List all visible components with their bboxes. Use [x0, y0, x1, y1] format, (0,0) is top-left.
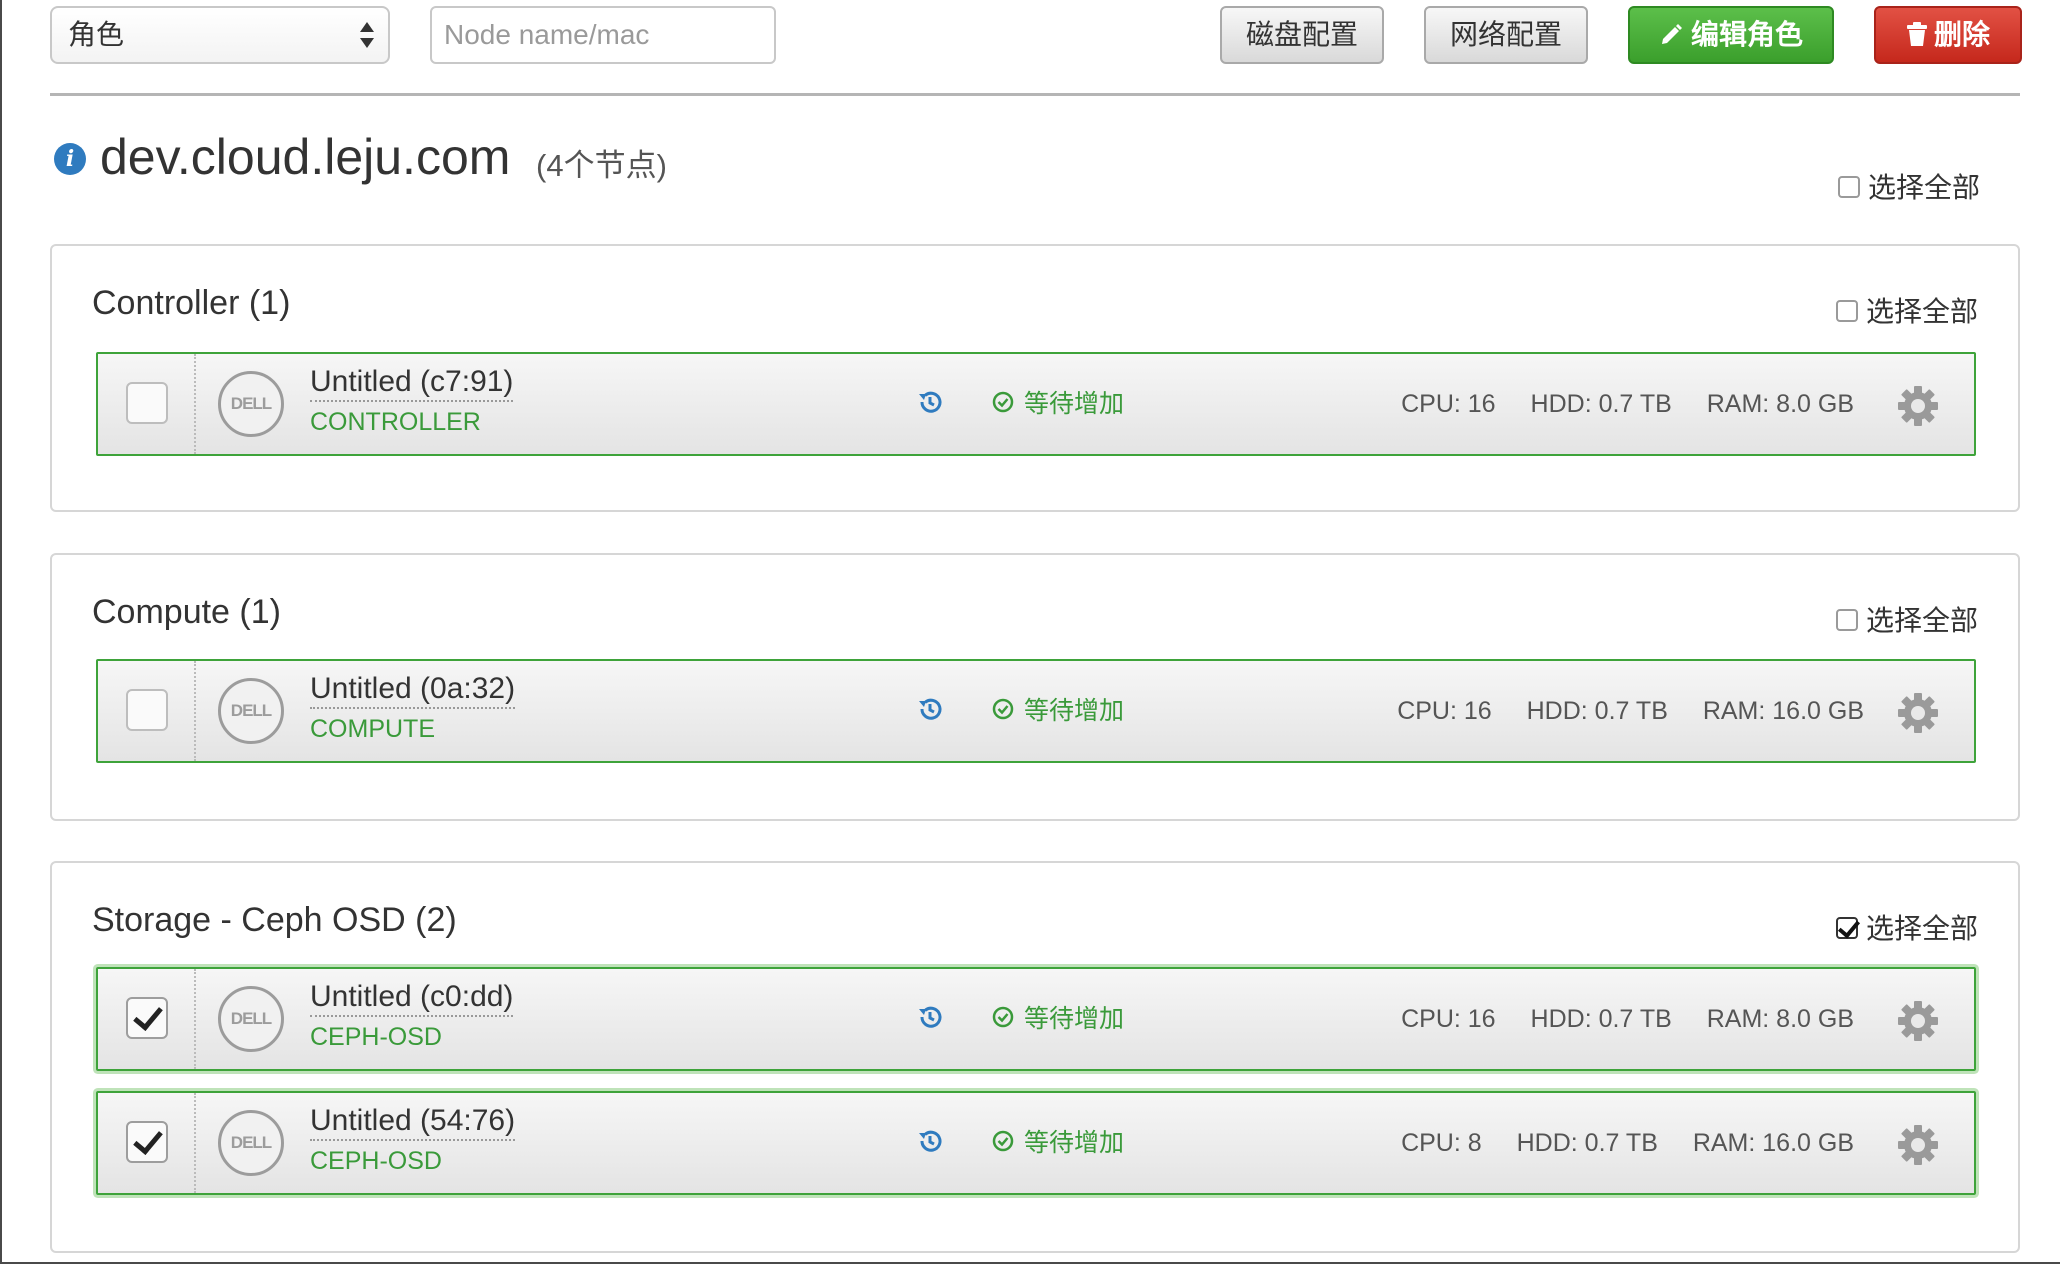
toolbar: 角色 磁盘配置 网络配置 编辑角色 删除: [50, 6, 2022, 66]
group-select-all[interactable]: 选择全部: [1835, 290, 1978, 330]
check-circle-icon: [992, 392, 1014, 413]
node-ram: RAM: 16.0 GB: [1702, 697, 1864, 725]
check-circle-icon: [992, 1131, 1014, 1152]
node-specs: CPU: 16 HDD: 0.7 TB RAM: 16.0 GB: [1369, 697, 1864, 726]
node-status-label: 等待增加: [1024, 390, 1125, 418]
node-row[interactable]: DELL Untitled (c7:91) CONTROLLER 等待增加 CP…: [96, 352, 1976, 456]
node-status-label: 等待增加: [1024, 1005, 1125, 1033]
node-row[interactable]: DELL Untitled (0a:32) COMPUTE 等待增加 CPU: …: [96, 659, 1976, 763]
node-name[interactable]: Untitled (54:76): [310, 1103, 516, 1141]
group-select-all-label: 选择全部: [1865, 913, 1978, 944]
group-select-all-checkbox[interactable]: [1835, 608, 1858, 631]
gear-icon[interactable]: [1896, 691, 1940, 735]
node-status-label: 等待增加: [1024, 697, 1125, 725]
node-separator: [194, 1093, 196, 1193]
group-compute: Compute (1) 选择全部 DELL Untitled (0a:32) C…: [50, 553, 2020, 821]
page: 角色 磁盘配置 网络配置 编辑角色 删除 i dev.cloud.leju.co…: [0, 0, 2060, 1264]
network-config-button[interactable]: 网络配置: [1424, 6, 1588, 64]
node-checkbox[interactable]: [126, 997, 168, 1039]
check-circle-icon: [992, 1007, 1014, 1028]
node-name[interactable]: Untitled (c0:dd): [310, 979, 514, 1017]
gear-icon[interactable]: [1896, 384, 1940, 428]
group-title: Storage - Ceph OSD (2): [92, 901, 457, 939]
network-config-label: 网络配置: [1449, 19, 1562, 50]
delete-label: 删除: [1933, 19, 1990, 50]
group-select-all-label: 选择全部: [1865, 605, 1978, 636]
node-row[interactable]: DELL Untitled (c0:dd) CEPH-OSD 等待增加 CPU:…: [96, 967, 1976, 1071]
dell-logo: DELL: [218, 986, 284, 1052]
group-controller: Controller (1) 选择全部 DELL Untitled (c7:91…: [50, 244, 2020, 512]
role-select[interactable]: 角色: [50, 6, 390, 64]
gear-icon[interactable]: [1896, 999, 1940, 1043]
node-row[interactable]: DELL Untitled (54:76) CEPH-OSD 等待增加 CPU:…: [96, 1091, 1976, 1195]
node-ram: RAM: 16.0 GB: [1692, 1129, 1854, 1157]
node-role: CEPH-OSD: [310, 1147, 442, 1175]
node-checkbox[interactable]: [126, 1121, 168, 1163]
cluster-name: dev.cloud.leju.com: [100, 129, 511, 185]
search-input[interactable]: [430, 6, 776, 64]
node-specs: CPU: 16 HDD: 0.7 TB RAM: 8.0 GB: [1373, 1005, 1854, 1034]
gear-icon[interactable]: [1896, 1123, 1940, 1167]
node-name[interactable]: Untitled (c7:91): [310, 364, 514, 402]
group-title: Controller (1): [92, 284, 291, 322]
node-cpu: CPU: 8: [1401, 1129, 1482, 1157]
node-separator: [194, 354, 196, 454]
history-icon[interactable]: [916, 1127, 944, 1155]
node-specs: CPU: 16 HDD: 0.7 TB RAM: 8.0 GB: [1373, 390, 1854, 419]
delete-button[interactable]: 删除: [1874, 6, 2022, 64]
role-select-value: 角色: [68, 19, 125, 50]
trash-icon: [1906, 21, 1927, 46]
cluster-node-count: (4个节点): [536, 148, 667, 183]
node-checkbox[interactable]: [126, 689, 168, 731]
node-hdd: HDD: 0.7 TB: [1530, 390, 1672, 418]
node-role: CEPH-OSD: [310, 1023, 442, 1051]
node-checkbox[interactable]: [126, 382, 168, 424]
cluster-select-all[interactable]: 选择全部: [1838, 166, 1980, 206]
node-ram: RAM: 8.0 GB: [1706, 1005, 1854, 1033]
node-role: COMPUTE: [310, 715, 435, 743]
node-status-label: 等待增加: [1024, 1129, 1125, 1157]
node-cpu: CPU: 16: [1401, 1005, 1496, 1033]
history-icon[interactable]: [916, 1003, 944, 1031]
node-status: 等待增加: [992, 691, 1124, 727]
cluster-select-all-label: 选择全部: [1868, 172, 1981, 203]
node-hdd: HDD: 0.7 TB: [1516, 1129, 1658, 1157]
disk-config-label: 磁盘配置: [1245, 19, 1358, 50]
check-circle-icon: [992, 699, 1014, 720]
node-name[interactable]: Untitled (0a:32): [310, 671, 516, 709]
node-cpu: CPU: 16: [1397, 697, 1492, 725]
dell-logo: DELL: [218, 1110, 284, 1176]
disk-config-button[interactable]: 磁盘配置: [1220, 6, 1384, 64]
group-select-all-label: 选择全部: [1865, 296, 1978, 327]
group-select-all-checkbox[interactable]: [1835, 916, 1858, 939]
toolbar-divider: [50, 93, 2020, 96]
dell-logo: DELL: [218, 371, 284, 437]
node-hdd: HDD: 0.7 TB: [1526, 697, 1668, 725]
node-cpu: CPU: 16: [1401, 390, 1496, 418]
group-select-all[interactable]: 选择全部: [1835, 907, 1978, 947]
node-status: 等待增加: [992, 384, 1124, 420]
group-select-all-checkbox[interactable]: [1835, 299, 1858, 322]
node-status: 等待增加: [992, 1123, 1124, 1159]
info-icon[interactable]: i: [54, 143, 86, 175]
node-status: 等待增加: [992, 999, 1124, 1035]
history-icon[interactable]: [916, 388, 944, 416]
edit-roles-label: 编辑角色: [1690, 19, 1803, 50]
node-role: CONTROLLER: [310, 408, 481, 436]
node-ram: RAM: 8.0 GB: [1706, 390, 1854, 418]
node-specs: CPU: 8 HDD: 0.7 TB RAM: 16.0 GB: [1373, 1129, 1854, 1158]
dell-logo: DELL: [218, 678, 284, 744]
edit-roles-button[interactable]: 编辑角色: [1628, 6, 1834, 64]
pencil-icon: [1661, 23, 1682, 44]
group-select-all[interactable]: 选择全部: [1835, 599, 1978, 639]
group-title: Compute (1): [92, 593, 281, 631]
select-arrows-icon: [360, 20, 374, 50]
node-hdd: HDD: 0.7 TB: [1530, 1005, 1672, 1033]
node-separator: [194, 661, 196, 761]
cluster-select-all-checkbox[interactable]: [1838, 175, 1860, 198]
node-separator: [194, 969, 196, 1069]
history-icon[interactable]: [916, 695, 944, 723]
group-storage-ceph-osd: Storage - Ceph OSD (2) 选择全部 DELL Untitle…: [50, 861, 2020, 1253]
